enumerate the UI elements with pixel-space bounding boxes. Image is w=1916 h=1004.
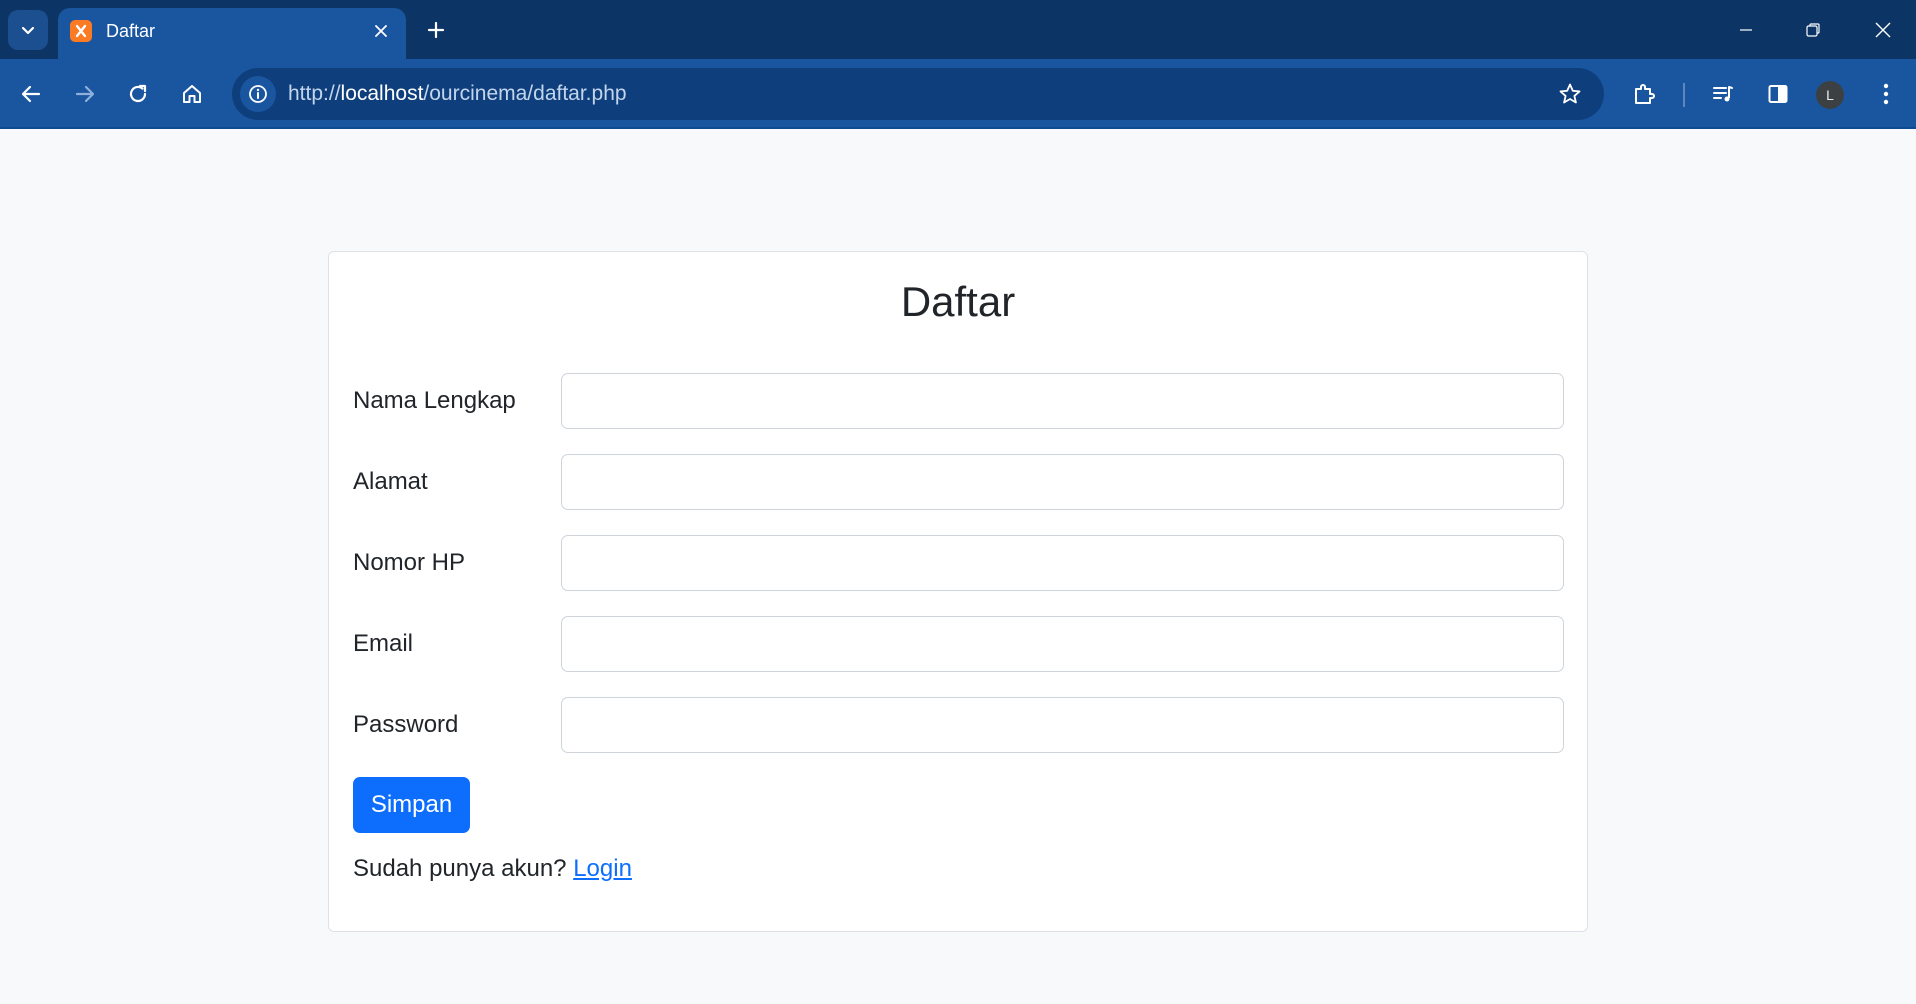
- alamat-label: Alamat: [353, 468, 428, 495]
- side-panel-button[interactable]: [1758, 74, 1798, 114]
- site-info-icon: [249, 85, 267, 103]
- minimize-icon: [1740, 29, 1752, 31]
- alamat-input[interactable]: [561, 454, 1564, 510]
- password-label: Password: [353, 711, 459, 738]
- tab-search-button[interactable]: [8, 10, 48, 50]
- nama-lengkap-label: Nama Lengkap: [353, 387, 516, 414]
- restore-button[interactable]: [1791, 10, 1835, 50]
- login-prompt-text: Sudah punya akun?: [353, 855, 567, 882]
- forward-button[interactable]: [65, 74, 105, 114]
- extensions-icon: [1635, 84, 1655, 104]
- tab-strip: Daftar: [0, 0, 1916, 59]
- reload-icon: [129, 84, 147, 103]
- forward-arrow-icon: [75, 85, 95, 103]
- browser-toolbar: http://localhost/ourcinema/daftar.php L: [0, 59, 1916, 129]
- window-close-icon: [1875, 22, 1891, 38]
- simpan-button[interactable]: Simpan: [353, 777, 470, 833]
- star-icon: [1559, 83, 1581, 104]
- tab-title: Daftar: [106, 21, 156, 41]
- window-close-button[interactable]: [1861, 10, 1905, 50]
- register-card: Daftar Nama Lengkap Alamat Nomor HP Emai…: [328, 251, 1588, 932]
- xampp-favicon-icon: [70, 20, 92, 42]
- url-scheme: http://: [288, 82, 341, 105]
- restore-icon: [1806, 23, 1820, 37]
- reload-button[interactable]: [118, 74, 158, 114]
- home-icon: [183, 85, 201, 103]
- url-text: http://localhost/ourcinema/daftar.php: [288, 82, 627, 106]
- plus-icon: [427, 21, 445, 39]
- new-tab-button[interactable]: [420, 14, 452, 46]
- minimize-button[interactable]: [1724, 10, 1768, 50]
- media-control-icon: [1713, 86, 1733, 102]
- form-row-alamat: Alamat: [353, 454, 1565, 510]
- site-info-button[interactable]: [240, 76, 276, 112]
- bookmark-button[interactable]: [1556, 80, 1584, 108]
- home-button[interactable]: [172, 74, 212, 114]
- address-bar[interactable]: http://localhost/ourcinema/daftar.php: [232, 68, 1604, 120]
- extensions-button[interactable]: [1624, 74, 1664, 114]
- nomor-hp-input[interactable]: [561, 535, 1564, 591]
- more-vert-icon: [1883, 83, 1889, 105]
- login-link[interactable]: Login: [573, 855, 632, 882]
- email-label: Email: [353, 630, 414, 657]
- tab-close-button[interactable]: [370, 20, 392, 42]
- page-title: Daftar: [900, 278, 1016, 325]
- login-prompt-line: Sudah punya akun? Login: [353, 855, 632, 883]
- form-row-password: Password: [353, 697, 1565, 753]
- close-icon: [375, 25, 387, 37]
- nama-lengkap-input[interactable]: [561, 373, 1564, 429]
- page-viewport: Daftar Nama Lengkap Alamat Nomor HP Emai…: [0, 131, 1916, 1004]
- form-row-nomor-hp: Nomor HP: [353, 535, 1565, 591]
- form-row-nama-lengkap: Nama Lengkap: [353, 373, 1565, 429]
- chevron-down-icon: [21, 26, 35, 35]
- email-input[interactable]: [561, 616, 1564, 672]
- more-menu-button[interactable]: [1866, 74, 1906, 114]
- url-path: /ourcinema/daftar.php: [423, 82, 627, 105]
- toolbar-divider: [1683, 83, 1685, 107]
- back-arrow-icon: [21, 85, 41, 103]
- media-control-button[interactable]: [1703, 74, 1743, 114]
- profile-avatar[interactable]: L: [1816, 81, 1844, 109]
- tab-daftar[interactable]: Daftar: [58, 8, 406, 59]
- form-row-email: Email: [353, 616, 1565, 672]
- side-panel-icon: [1768, 85, 1788, 103]
- password-input[interactable]: [561, 697, 1564, 753]
- nomor-hp-label: Nomor HP: [353, 549, 466, 576]
- url-host: localhost: [340, 82, 424, 105]
- back-button[interactable]: [11, 74, 51, 114]
